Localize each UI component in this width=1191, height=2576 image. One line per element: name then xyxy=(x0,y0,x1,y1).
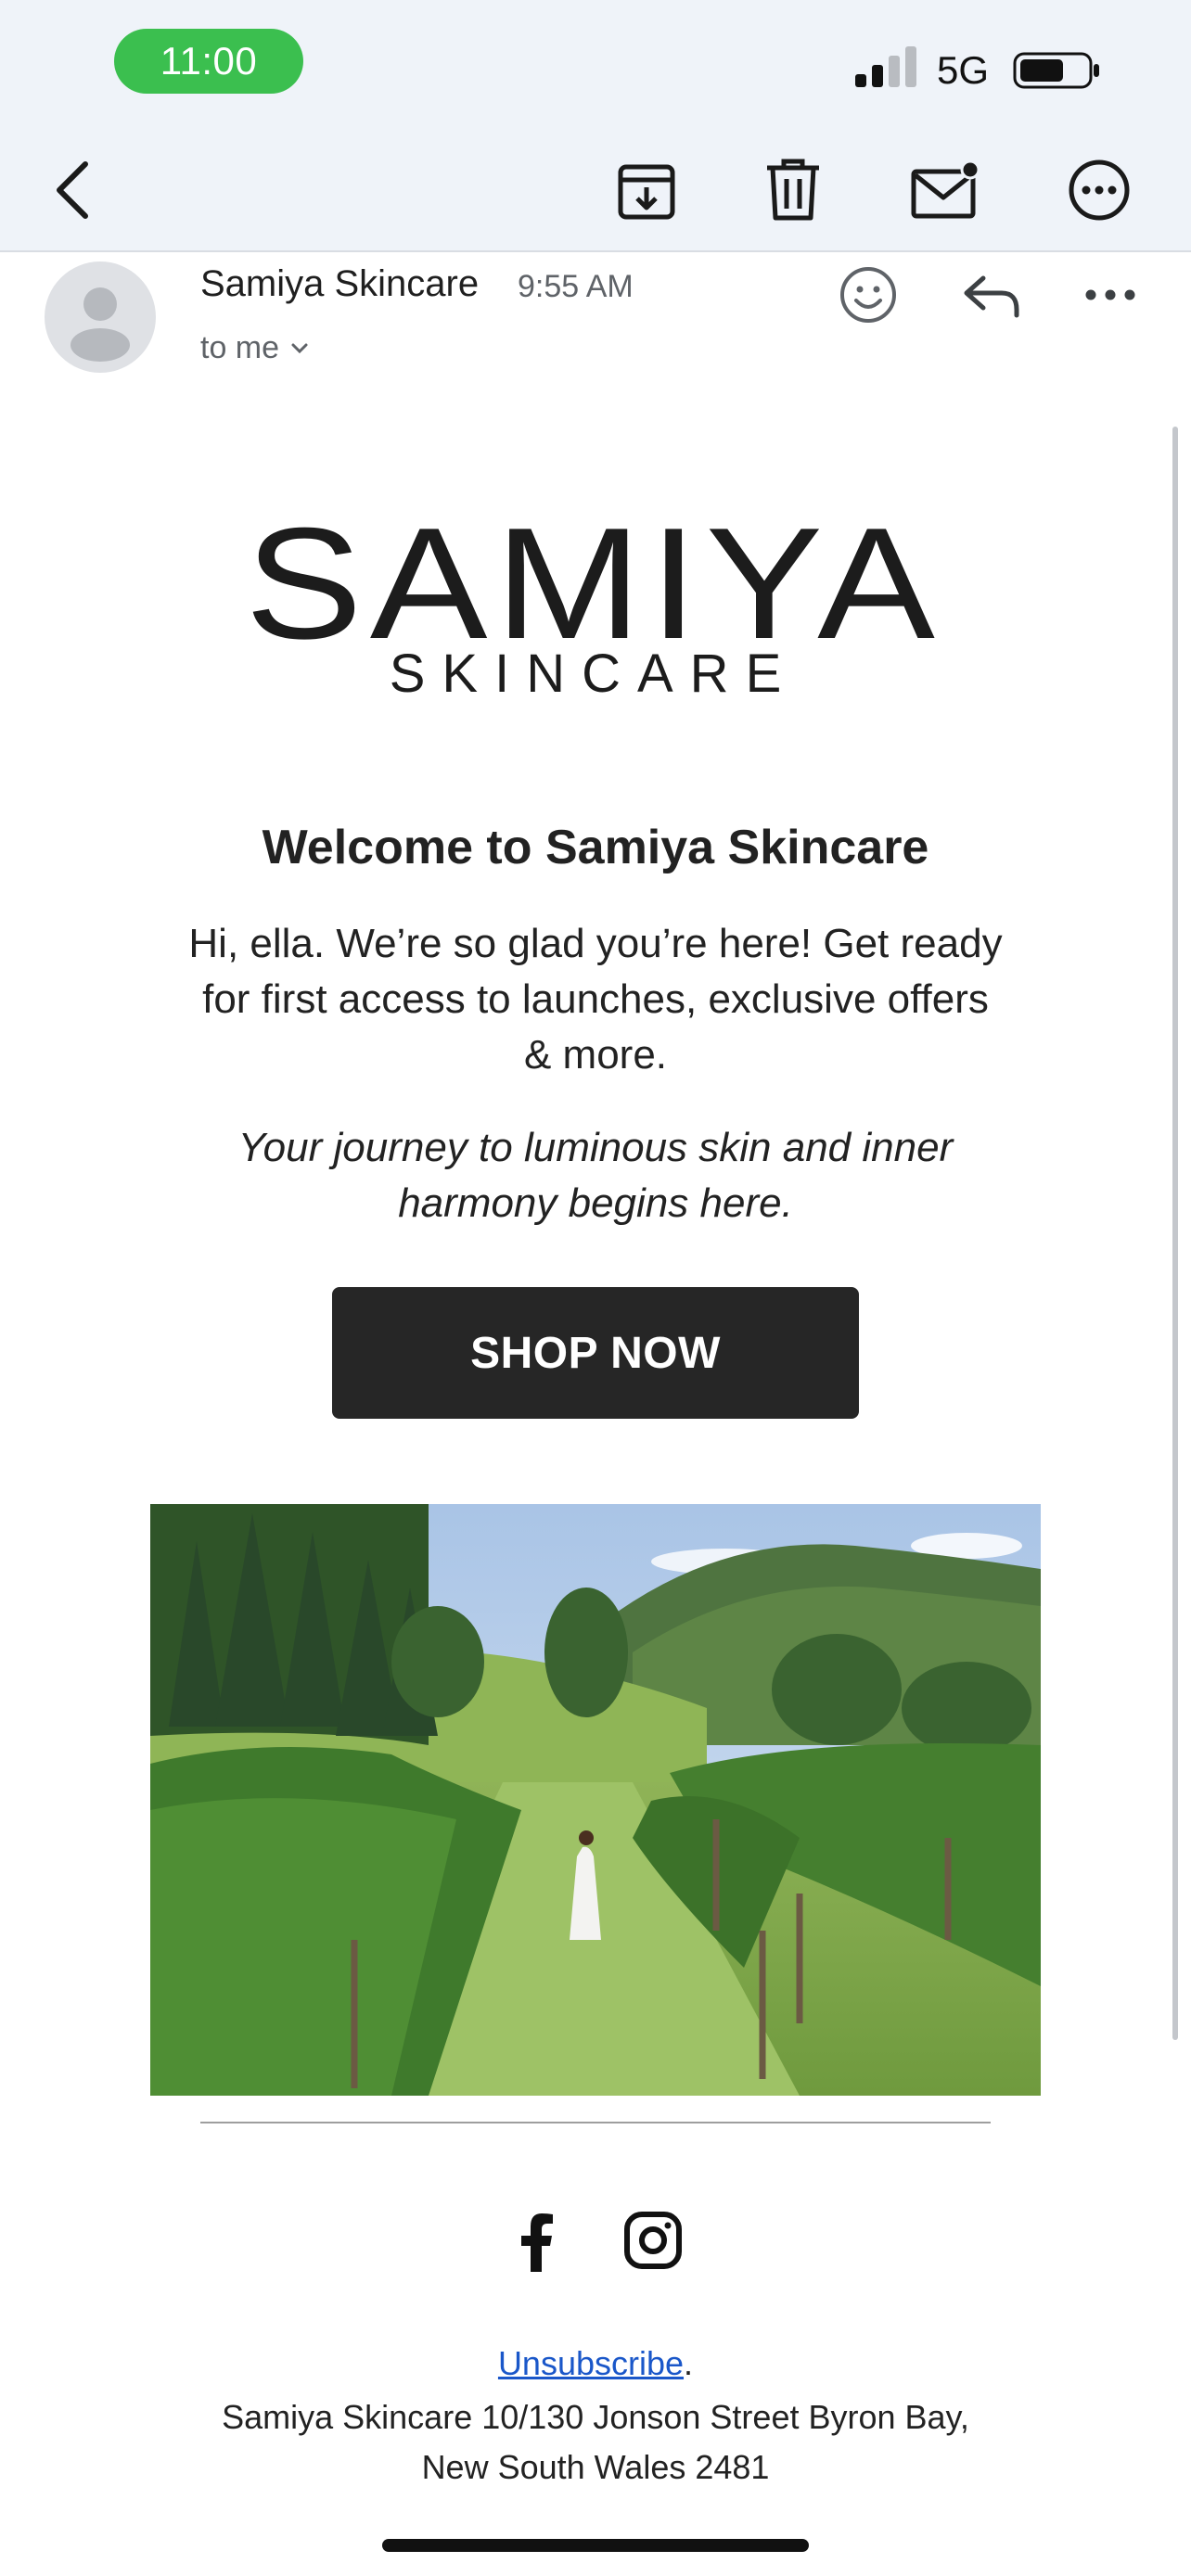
avatar[interactable] xyxy=(45,261,156,373)
email-tagline: Your journey to luminous skin and inner … xyxy=(237,1125,954,1226)
facebook-link[interactable] xyxy=(508,2209,564,2276)
mail-unread-icon xyxy=(911,160,980,219)
emoji-icon xyxy=(840,267,896,323)
instagram-link[interactable] xyxy=(621,2209,685,2272)
unsubscribe-line: Unsubscribe. xyxy=(0,2344,1191,2383)
archive-button[interactable] xyxy=(612,156,681,224)
instagram-icon xyxy=(624,2212,682,2269)
battery-icon xyxy=(1013,52,1099,89)
email-heading: Welcome to Samiya Skincare xyxy=(262,821,929,874)
signal-icon xyxy=(855,46,916,87)
brand-logo: SAMIYA SKINCARE xyxy=(245,499,935,703)
add-reaction-button[interactable] xyxy=(835,261,902,328)
reply-button[interactable] xyxy=(955,263,1028,328)
home-indicator[interactable] xyxy=(382,2539,809,2552)
more-options-button[interactable] xyxy=(1063,154,1135,226)
network-type: 5G xyxy=(937,48,990,92)
status-time: 11:00 xyxy=(114,29,303,94)
person-icon xyxy=(70,287,130,362)
recipient-label: to me xyxy=(200,330,280,365)
footer-divider xyxy=(200,2122,991,2123)
sent-time: 9:55 AM xyxy=(518,269,634,304)
hero-vineyard-image[interactable] xyxy=(150,1504,1041,2096)
more-horizontal-icon xyxy=(1085,289,1135,300)
sender-name[interactable]: Samiya Skincare xyxy=(200,263,479,305)
shop-now-button[interactable]: SHOP NOW xyxy=(332,1287,859,1419)
message-more-button[interactable] xyxy=(1076,269,1145,321)
top-bar: 11:00 5G xyxy=(0,0,1191,252)
chevron-down-icon xyxy=(291,343,308,353)
archive-icon xyxy=(618,164,675,220)
trash-icon xyxy=(767,159,819,221)
unsubscribe-link[interactable]: Unsubscribe xyxy=(498,2344,684,2382)
more-circle-icon xyxy=(1069,159,1130,221)
email-intro: Hi, ella. We’re so glad you’re here! Get… xyxy=(188,921,1003,1078)
logo-subtitle: SKINCARE xyxy=(390,644,799,703)
address-line-2: New South Wales 2481 xyxy=(421,2448,770,2486)
chevron-left-icon xyxy=(57,161,88,219)
back-button[interactable] xyxy=(41,153,106,227)
mark-unread-button[interactable] xyxy=(909,156,983,224)
facebook-icon xyxy=(521,2213,553,2272)
reply-icon xyxy=(964,275,1019,318)
address-line-1: Samiya Skincare 10/130 Jonson Street Byr… xyxy=(222,2398,969,2436)
company-address: Samiya Skincare 10/130 Jonson Street Byr… xyxy=(186,2392,1005,2493)
scrollbar[interactable] xyxy=(1172,427,1178,2040)
unsubscribe-suffix: . xyxy=(684,2344,694,2382)
recipient-details-toggle[interactable]: to me xyxy=(200,330,309,366)
delete-button[interactable] xyxy=(759,156,827,224)
